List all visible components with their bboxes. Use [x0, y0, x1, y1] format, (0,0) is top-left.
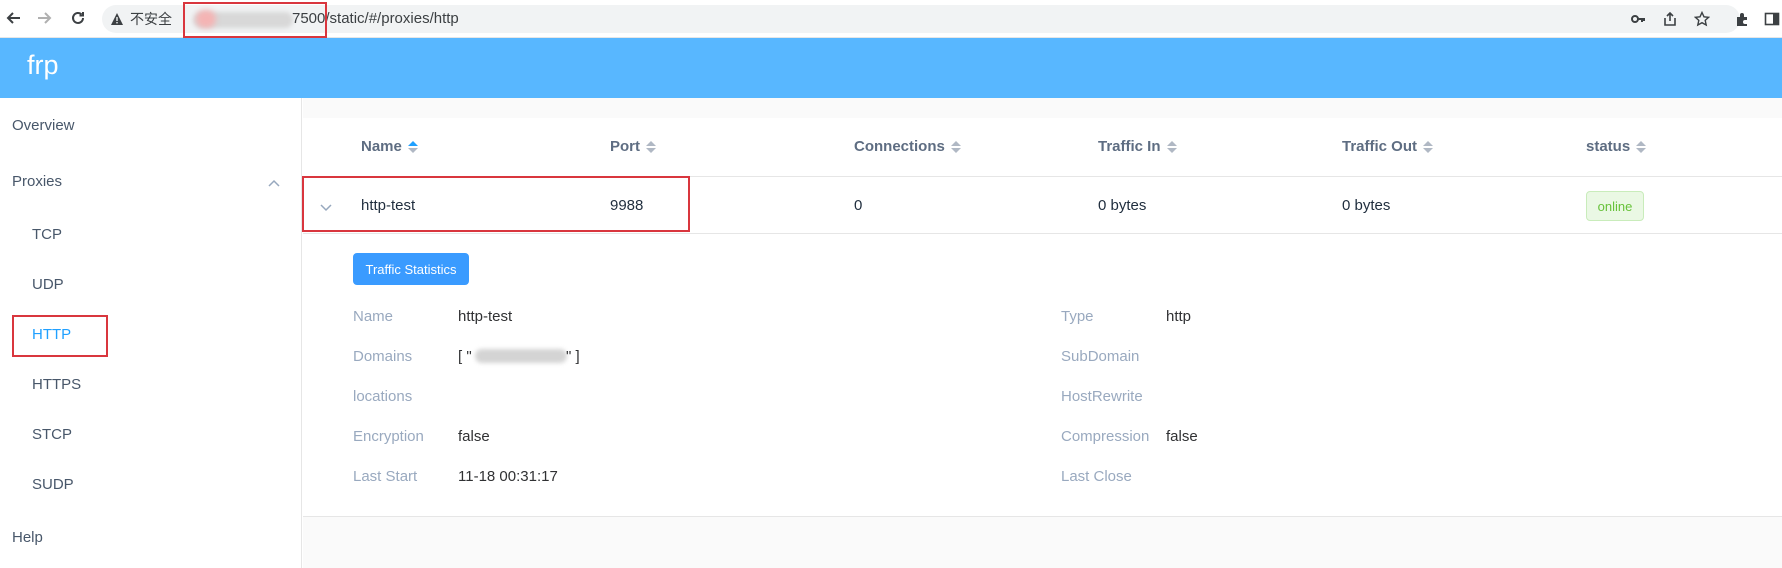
detail-value-encryption: false: [458, 428, 490, 445]
browser-toolbar: 不安全 7500/static/#/proxies/http: [0, 0, 1782, 38]
detail-value-last-start: 11-18 00:31:17: [458, 468, 558, 485]
sidebar-item-sudp[interactable]: SUDP: [32, 476, 74, 493]
column-header-traffic-in[interactable]: Traffic In: [1098, 138, 1177, 155]
detail-label-hostrewrite: HostRewrite: [1061, 388, 1143, 405]
redacted-domain: [475, 349, 567, 363]
cell-connections: 0: [854, 197, 863, 214]
security-label: 不安全: [130, 11, 172, 27]
detail-label-name: Name: [353, 308, 394, 325]
cell-traffic-in: 0 bytes: [1098, 197, 1147, 214]
reload-icon[interactable]: [68, 8, 88, 28]
sort-icon[interactable]: [1636, 140, 1647, 153]
side-panel-icon[interactable]: [1762, 9, 1782, 29]
highlight-box-http: [12, 315, 108, 357]
cell-traffic-out: 0 bytes: [1342, 197, 1391, 214]
detail-value-domains-open: [ ": [458, 348, 472, 365]
security-indicator[interactable]: 不安全: [110, 9, 172, 29]
column-header-connections[interactable]: Connections: [854, 138, 961, 155]
sidebar-item-udp[interactable]: UDP: [32, 276, 64, 293]
divider: [303, 233, 1782, 234]
sidebar-item-tcp[interactable]: TCP: [32, 226, 62, 243]
status-badge: online: [1586, 191, 1644, 221]
extensions-icon[interactable]: [1732, 9, 1752, 29]
detail-value-name: http-test: [458, 308, 513, 325]
detail-label-last-close: Last Close: [1061, 468, 1132, 485]
detail-value-type: http: [1166, 308, 1192, 325]
detail-label-locations: locations: [353, 388, 413, 405]
column-header-traffic-out[interactable]: Traffic Out: [1342, 138, 1434, 155]
divider: [303, 516, 1782, 517]
detail-label-subdomain: SubDomain: [1061, 348, 1140, 365]
sort-icon[interactable]: [950, 140, 961, 153]
warning-icon: [111, 13, 123, 25]
sidebar-item-proxies[interactable]: Proxies: [12, 173, 62, 190]
sort-icon[interactable]: [407, 140, 418, 153]
highlight-box-row: [302, 176, 690, 232]
forward-icon[interactable]: [34, 8, 54, 28]
back-icon[interactable]: [4, 8, 24, 28]
traffic-statistics-button[interactable]: Traffic Statistics: [353, 253, 469, 285]
sidebar-item-help[interactable]: Help: [12, 529, 43, 546]
detail-label-compression: Compression: [1061, 428, 1150, 445]
detail-label-last-start: Last Start: [353, 468, 418, 485]
sidebar-item-stcp[interactable]: STCP: [32, 426, 72, 443]
detail-label-domains: Domains: [353, 348, 413, 365]
highlight-box-url: [183, 2, 327, 38]
column-header-status[interactable]: status: [1586, 138, 1647, 155]
sidebar-item-overview[interactable]: Overview: [12, 117, 75, 134]
chevron-up-icon[interactable]: [268, 174, 280, 192]
sort-icon[interactable]: [646, 140, 656, 153]
detail-label-type: Type: [1061, 308, 1094, 325]
brand-logo[interactable]: frp: [27, 50, 59, 81]
detail-value-compression: false: [1166, 428, 1198, 445]
sort-icon[interactable]: [1166, 140, 1177, 153]
sort-icon[interactable]: [1423, 140, 1434, 153]
app-header: [0, 38, 1782, 98]
column-header-port[interactable]: Port: [610, 138, 656, 155]
column-header-name[interactable]: Name: [361, 138, 418, 155]
share-icon[interactable]: [1660, 9, 1680, 29]
detail-label-encryption: Encryption: [353, 428, 424, 445]
key-icon[interactable]: [1628, 9, 1648, 29]
star-icon[interactable]: [1692, 9, 1712, 29]
detail-value-domains-close: " ]: [566, 348, 580, 365]
sidebar-item-https[interactable]: HTTPS: [32, 376, 81, 393]
